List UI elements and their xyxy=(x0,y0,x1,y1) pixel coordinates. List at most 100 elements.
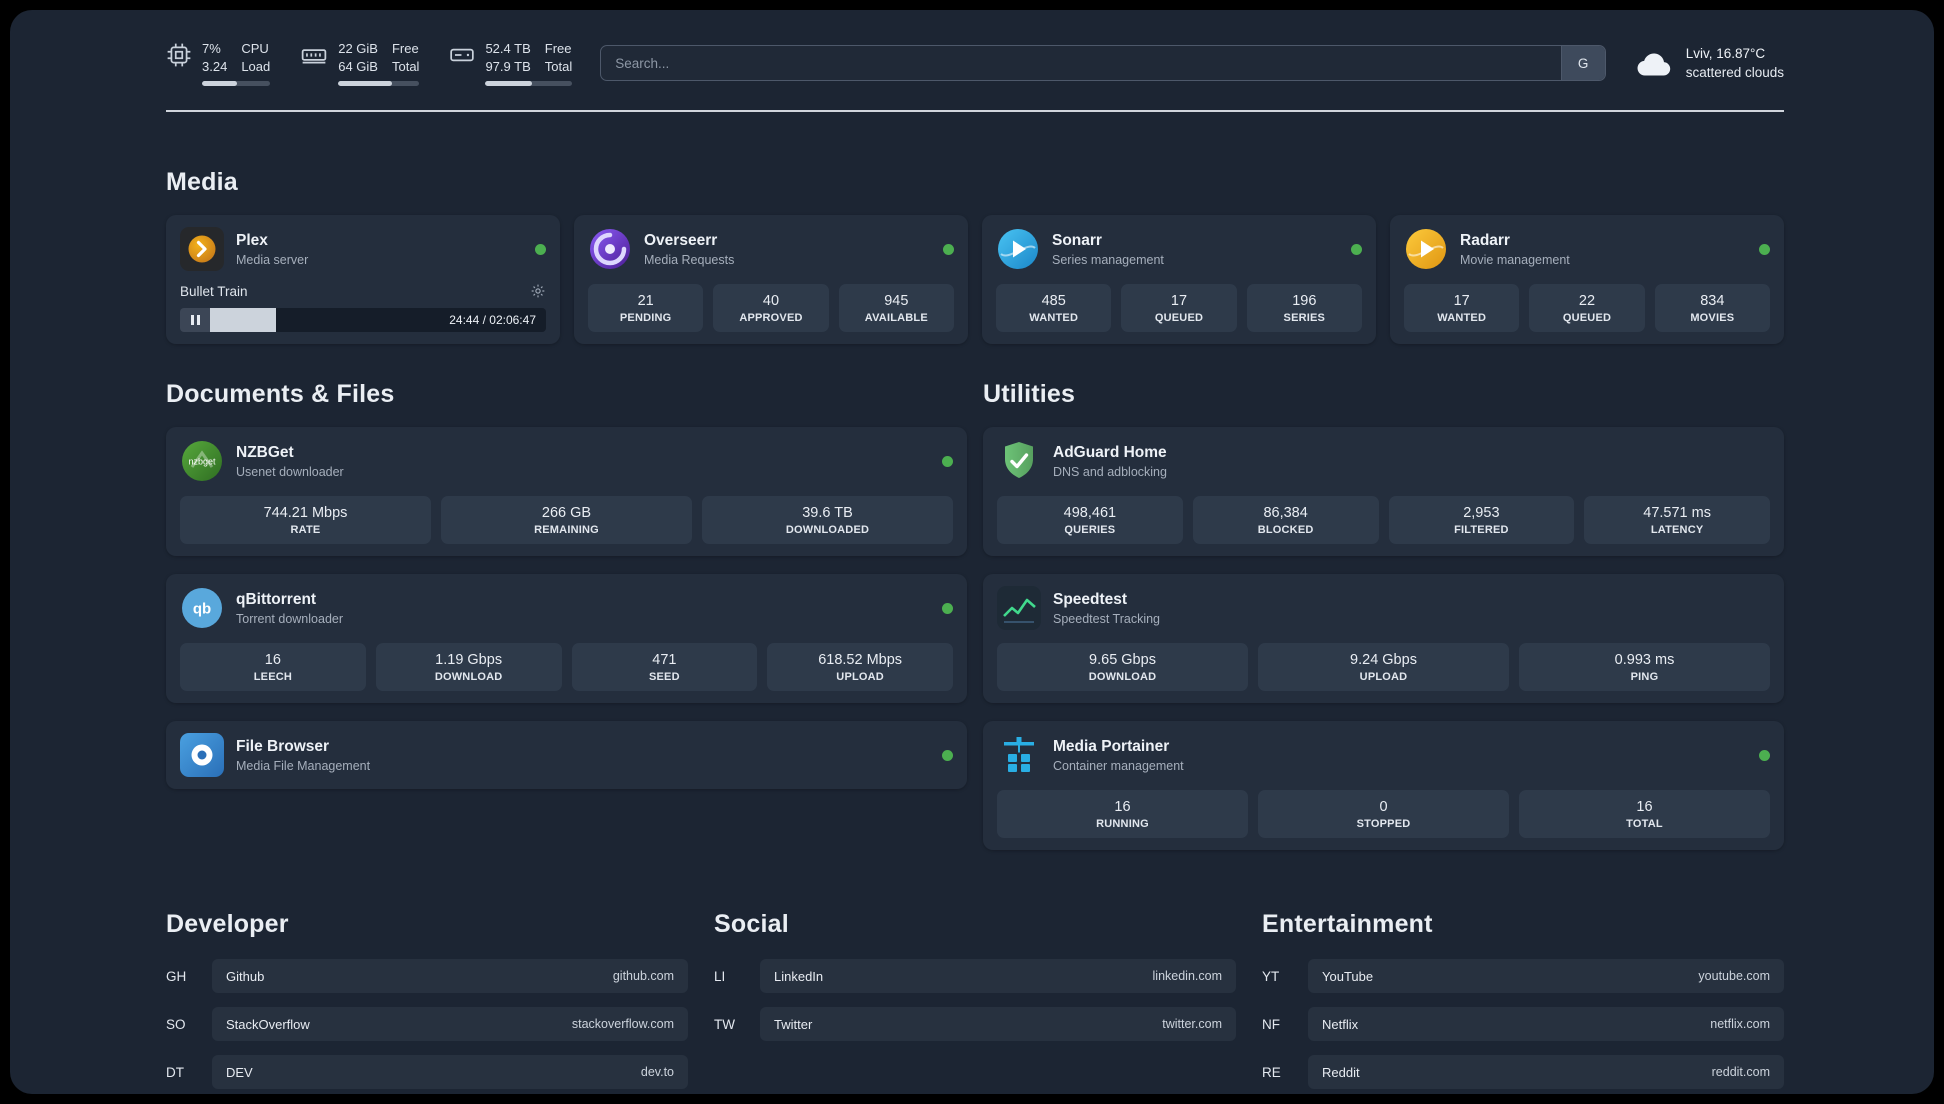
search-engine-button[interactable]: G xyxy=(1560,46,1605,81)
stat-wanted: 17 WANTED xyxy=(1404,284,1520,333)
media-section-title: Media xyxy=(166,168,238,197)
storage-widget: 52.4 TB 97.9 TB Free Total xyxy=(449,40,573,87)
sonarr-card[interactable]: Sonarr Series management 485 WANTED 17 Q… xyxy=(982,215,1376,345)
bookmark-netflix: NF Netflix netflix.com xyxy=(1262,1007,1784,1042)
bookmark-abbr: NF xyxy=(1262,1016,1280,1032)
memory-progress-bar xyxy=(338,81,420,87)
app-name: File Browser xyxy=(236,737,330,755)
plex-card[interactable]: Plex Media server Bullet Train 24:44 / 0… xyxy=(166,215,560,345)
plex-icon xyxy=(180,227,224,272)
bookmark-abbr: TW xyxy=(714,1016,735,1032)
bookmark-link[interactable]: Reddit reddit.com xyxy=(1308,1055,1784,1090)
status-dot xyxy=(1351,243,1362,255)
bookmark-link[interactable]: Netflix netflix.com xyxy=(1308,1007,1784,1042)
sonarr-icon xyxy=(998,229,1038,270)
bookmark-link[interactable]: Twitter twitter.com xyxy=(760,1007,1236,1042)
stat-download: 1.19 Gbps DOWNLOAD xyxy=(375,643,562,692)
playback-progress-bar[interactable]: 24:44 / 02:06:47 xyxy=(210,308,546,333)
stat-queued: 22 QUEUED xyxy=(1529,284,1645,333)
overseerr-card[interactable]: Overseerr Media Requests 21 PENDING 40 A… xyxy=(574,215,968,345)
now-playing-title: Bullet Train xyxy=(180,283,248,299)
stat-downloaded: 39.6 TB DOWNLOADED xyxy=(702,496,953,545)
bookmark-youtube: YT YouTube youtube.com xyxy=(1262,959,1784,994)
bookmark-link[interactable]: DEV dev.to xyxy=(212,1055,688,1090)
filebrowser-icon xyxy=(180,733,224,778)
topbar: 7% 3.24 CPU Load 22 GiB 64 GiB Free Tota… xyxy=(166,40,1784,87)
app-subtitle: Media File Management xyxy=(236,758,371,773)
stat-pending: 21 PENDING xyxy=(588,284,704,333)
gear-icon[interactable] xyxy=(530,283,546,299)
storage-values: 52.4 TB 97.9 TB xyxy=(485,40,530,76)
search-input[interactable] xyxy=(601,46,1561,81)
status-dot xyxy=(535,243,546,255)
utilities-section-title: Utilities xyxy=(983,380,1076,409)
status-dot xyxy=(943,243,954,255)
system-resources: 7% 3.24 CPU Load 22 GiB 64 GiB Free Tota… xyxy=(166,40,573,87)
memory-free-value: 22 GiB xyxy=(338,41,378,56)
cpu-progress-bar xyxy=(202,81,271,87)
bookmark-link[interactable]: YouTube youtube.com xyxy=(1308,959,1784,994)
portainer-icon xyxy=(1004,737,1034,773)
speedtest-icon xyxy=(997,586,1041,631)
stat-upload: 618.52 Mbps UPLOAD xyxy=(767,643,953,692)
app-name: NZBGet xyxy=(236,443,294,461)
cpu-values: 7% 3.24 xyxy=(202,40,227,76)
stat-seed: 471 SEED xyxy=(571,643,758,692)
storage-progress-bar xyxy=(485,81,573,87)
developer-section-title: Developer xyxy=(166,910,289,939)
stat-queued: 17 QUEUED xyxy=(1121,284,1237,333)
app-name: Overseerr xyxy=(644,231,718,249)
stat-stopped: 0 STOPPED xyxy=(1258,790,1509,839)
app-subtitle: Movie management xyxy=(1460,252,1570,267)
radarr-card[interactable]: Radarr Movie management 17 WANTED 22 QUE… xyxy=(1390,215,1784,345)
app-name: Radarr xyxy=(1460,231,1510,249)
cpu-widget: 7% 3.24 CPU Load xyxy=(166,40,271,87)
bookmark-link[interactable]: Github github.com xyxy=(212,959,688,994)
storage-free-label: Free xyxy=(544,41,572,56)
memory-total-value: 64 GiB xyxy=(338,59,378,75)
cpu-load-value: 3.24 xyxy=(202,59,228,75)
bookmark-stackoverflow: SO StackOverflow stackoverflow.com xyxy=(166,1007,688,1042)
pause-button[interactable] xyxy=(180,308,210,333)
svg-text:nzbget: nzbget xyxy=(188,457,216,467)
bookmark-abbr: DT xyxy=(166,1064,184,1080)
documents-column: Documents & Files nzbget NZBGet Usenet d… xyxy=(166,344,967,850)
stat-blocked: 86,384 BLOCKED xyxy=(1192,496,1379,545)
app-name: Media Portainer xyxy=(1053,737,1170,755)
adguard-card[interactable]: AdGuard Home DNS and adblocking 498,461 … xyxy=(983,427,1784,557)
stat-rate: 744.21 Mbps RATE xyxy=(180,496,431,545)
stat-queries: 498,461 QUERIES xyxy=(997,496,1183,545)
topbar-divider xyxy=(166,110,1784,113)
qbittorrent-card[interactable]: qb qBittorrent Torrent downloader 16 LEE… xyxy=(166,574,967,704)
app-name: AdGuard Home xyxy=(1053,443,1167,461)
app-name: Sonarr xyxy=(1052,231,1102,249)
speedtest-card[interactable]: Speedtest Speedtest Tracking 9.65 Gbps D… xyxy=(983,574,1784,704)
load-label: Load xyxy=(241,59,271,75)
status-dot xyxy=(1759,243,1770,255)
media-cards-row: Plex Media server Bullet Train 24:44 / 0… xyxy=(166,215,1784,345)
portainer-card[interactable]: Media Portainer Container management 16 … xyxy=(983,721,1784,851)
filebrowser-card[interactable]: File Browser Media File Management xyxy=(166,721,967,790)
stat-upload: 9.24 Gbps UPLOAD xyxy=(1258,643,1509,692)
app-subtitle: Container management xyxy=(1053,758,1184,773)
status-dot xyxy=(942,749,953,761)
documents-section-title: Documents & Files xyxy=(166,380,395,409)
nzbget-card[interactable]: nzbget NZBGet Usenet downloader 744.21 M… xyxy=(166,427,967,557)
status-dot xyxy=(942,455,953,467)
app-subtitle: DNS and adblocking xyxy=(1053,464,1167,479)
memory-total-label: Total xyxy=(391,59,420,75)
playback-progress-fill xyxy=(210,308,276,333)
bookmark-link[interactable]: LinkedIn linkedin.com xyxy=(760,959,1236,994)
storage-free-value: 52.4 TB xyxy=(485,41,531,56)
disk-icon xyxy=(450,48,475,62)
dashboard-content: 7% 3.24 CPU Load 22 GiB 64 GiB Free Tota… xyxy=(10,10,1934,1094)
bookmark-link[interactable]: StackOverflow stackoverflow.com xyxy=(212,1007,688,1042)
cpu-progress-fill xyxy=(202,81,238,87)
svg-text:qb: qb xyxy=(193,601,211,618)
bookmark-linkedin: LI LinkedIn linkedin.com xyxy=(714,959,1236,994)
stat-approved: 40 APPROVED xyxy=(713,284,829,333)
bookmark-abbr: GH xyxy=(166,968,187,984)
bookmark-abbr: RE xyxy=(1262,1064,1281,1080)
social-column: Social LI LinkedIn linkedin.com TW Twitt… xyxy=(714,854,1236,1094)
ram-icon xyxy=(301,49,327,64)
